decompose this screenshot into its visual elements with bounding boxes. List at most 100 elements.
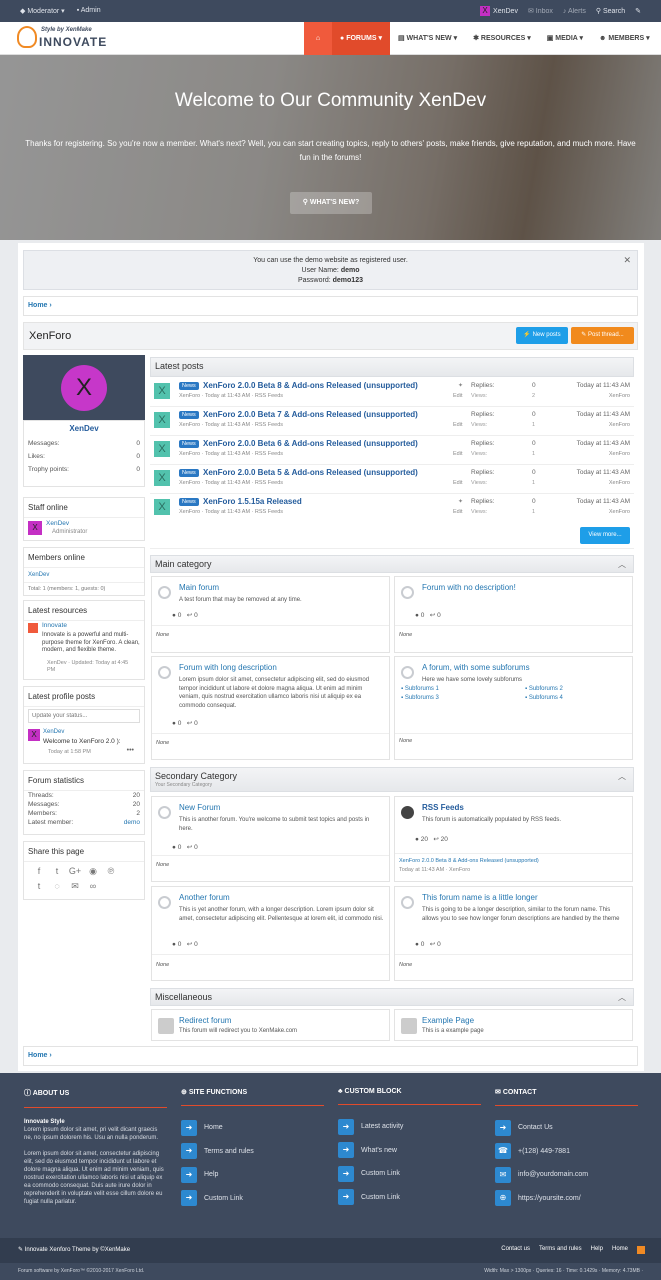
edit-link[interactable]: Edit bbox=[453, 422, 462, 428]
tab-media[interactable]: ▣ MEDIA ▾ bbox=[539, 22, 591, 55]
footer-link[interactable]: ➜ Custom Link bbox=[338, 1162, 481, 1186]
profile-post-author[interactable]: XenDev bbox=[43, 729, 64, 735]
moderator-menu[interactable]: ◆ Moderator ▾ bbox=[20, 7, 65, 15]
latest-member-link[interactable]: demo bbox=[124, 819, 140, 826]
forum-title[interactable]: Main forum bbox=[179, 583, 219, 592]
more-options-icon[interactable]: ••• bbox=[127, 747, 134, 754]
google-plus-icon[interactable]: G+ bbox=[68, 866, 82, 876]
reddit-icon[interactable]: ◉ bbox=[86, 866, 100, 877]
footer-link[interactable]: ➜ Custom Link bbox=[338, 1186, 481, 1210]
collapse-icon[interactable]: ︿ bbox=[618, 559, 626, 570]
profile-name[interactable]: XenDev bbox=[24, 421, 144, 437]
forum-title[interactable]: Another forum bbox=[179, 893, 230, 902]
footer-link[interactable]: ☎ +(128) 449-7881 bbox=[495, 1140, 638, 1164]
last-post-author[interactable]: XenForo bbox=[609, 509, 630, 515]
miscellaneous-header[interactable]: Miscellaneous ︿ bbox=[150, 988, 634, 1006]
inbox-link[interactable]: ✉ Inbox bbox=[528, 7, 553, 15]
xenforo-avatar[interactable]: X bbox=[154, 499, 170, 515]
view-more-button[interactable]: View more... bbox=[580, 527, 630, 544]
post-title[interactable]: XenForo 2.0.0 Beta 6 & Add-ons Released … bbox=[203, 439, 418, 448]
post-title[interactable]: XenForo 2.0.0 Beta 7 & Add-ons Released … bbox=[203, 410, 418, 419]
twitter-icon[interactable]: t bbox=[50, 866, 64, 876]
last-post-author[interactable]: XenForo bbox=[609, 393, 630, 399]
new-posts-button[interactable]: ⚡ New posts bbox=[516, 327, 568, 344]
tab-members[interactable]: ☻ MEMBERS ▾ bbox=[591, 22, 658, 55]
collapse-icon[interactable]: ︿ bbox=[618, 992, 626, 1003]
subforum-link[interactable]: ▪ Subforums 2 bbox=[525, 686, 563, 692]
xenforo-avatar[interactable]: X bbox=[154, 412, 170, 428]
forum-title[interactable]: New Forum bbox=[179, 803, 220, 812]
tab-resources[interactable]: ✱ RESOURCES ▾ bbox=[465, 22, 539, 55]
edit-link[interactable]: Edit bbox=[453, 509, 462, 515]
footer-link[interactable]: ➜ Help bbox=[181, 1163, 324, 1187]
last-post-title[interactable]: XenForo 2.0.0 Beta 8 & Add-ons Released … bbox=[399, 858, 539, 864]
xenforo-avatar[interactable]: X bbox=[154, 470, 170, 486]
footer-link[interactable]: ➜ What's new bbox=[338, 1139, 481, 1163]
footer-link-home[interactable]: Home bbox=[612, 1246, 628, 1254]
staff-avatar[interactable]: X bbox=[28, 521, 42, 535]
pinterest-icon[interactable]: ℗ bbox=[104, 866, 118, 876]
post-title[interactable]: XenForo 2.0.0 Beta 8 & Add-ons Released … bbox=[203, 381, 418, 390]
forum-title[interactable]: This forum name is a little longer bbox=[422, 893, 538, 902]
last-post-author[interactable]: XenForo bbox=[609, 480, 630, 486]
post-avatar[interactable]: X bbox=[28, 729, 40, 741]
post-thread-button[interactable]: ✎ Post thread... bbox=[571, 327, 634, 344]
nav-home-button[interactable]: ⌂ bbox=[304, 22, 332, 55]
edit-link[interactable]: Edit bbox=[453, 393, 462, 399]
forum-title[interactable]: Example Page bbox=[422, 1016, 474, 1025]
last-post-date[interactable]: Today at 11:43 AM bbox=[577, 469, 630, 476]
profile-avatar[interactable]: X bbox=[61, 365, 107, 411]
online-member-link[interactable]: XenDev bbox=[24, 568, 144, 583]
staff-name[interactable]: XenDev bbox=[46, 520, 69, 527]
main-category-header[interactable]: Main category ︿ bbox=[150, 555, 634, 573]
close-icon[interactable]: ✕ bbox=[623, 255, 631, 265]
forum-title[interactable]: Forum with no description! bbox=[422, 583, 516, 592]
forum-title[interactable]: A forum, with some subforums bbox=[422, 663, 530, 672]
post-title[interactable]: XenForo 1.5.15a Released bbox=[203, 497, 302, 506]
footer-link[interactable]: ✉ info@yourdomain.com bbox=[495, 1163, 638, 1187]
email-icon[interactable]: ✉ bbox=[68, 881, 82, 892]
subforum-link[interactable]: ▪ Subforums 3 bbox=[401, 695, 439, 701]
admin-link[interactable]: ▪ Admin bbox=[77, 7, 101, 15]
subforum-link[interactable]: ▪ Subforums 1 bbox=[401, 686, 439, 692]
site-logo[interactable]: Style by XenMake INNOVATE bbox=[17, 25, 107, 51]
xenforo-avatar[interactable]: X bbox=[154, 383, 170, 399]
footer-link[interactable]: ⊕ https://yoursite.com/ bbox=[495, 1187, 638, 1211]
footer-link[interactable]: ➜ Custom Link bbox=[181, 1187, 324, 1211]
breadcrumb-home[interactable]: Home bbox=[28, 302, 47, 309]
tab-forums[interactable]: ● FORUMS ▾ bbox=[332, 22, 390, 55]
account-menu[interactable]: X XenDev bbox=[480, 6, 518, 16]
resource-name[interactable]: Innovate bbox=[42, 622, 67, 629]
secondary-category-header[interactable]: Secondary Category Your Secondary Categor… bbox=[150, 767, 634, 792]
alerts-link[interactable]: ♪ Alerts bbox=[563, 8, 586, 15]
style-chooser-icon[interactable]: ✎ bbox=[635, 7, 641, 15]
whats-new-button[interactable]: ⚲ WHAT'S NEW? bbox=[290, 192, 372, 214]
link-icon[interactable]: ∞ bbox=[86, 881, 100, 891]
footer-link-help[interactable]: Help bbox=[591, 1246, 603, 1254]
rss-icon[interactable] bbox=[637, 1246, 645, 1254]
footer-link[interactable]: ➜ Latest activity bbox=[338, 1115, 481, 1139]
search-link[interactable]: ⚲ Search bbox=[596, 7, 625, 15]
forum-title[interactable]: Redirect forum bbox=[179, 1016, 231, 1025]
last-post-author[interactable]: XenForo bbox=[609, 451, 630, 457]
last-post-date[interactable]: Today at 11:43 AM bbox=[577, 498, 630, 505]
footer-link-terms[interactable]: Terms and rules bbox=[539, 1246, 582, 1254]
xenforo-avatar[interactable]: X bbox=[154, 441, 170, 457]
forum-title[interactable]: RSS Feeds bbox=[422, 803, 464, 812]
forum-title[interactable]: Forum with long description bbox=[179, 663, 277, 672]
footer-link[interactable]: ➜ Contact Us bbox=[495, 1116, 638, 1140]
status-update-input[interactable] bbox=[28, 709, 140, 723]
post-title[interactable]: XenForo 2.0.0 Beta 5 & Add-ons Released … bbox=[203, 468, 418, 477]
whatsapp-icon[interactable]: ◌ bbox=[50, 881, 64, 891]
footer-link[interactable]: ➜ Terms and rules bbox=[181, 1140, 324, 1164]
tab-whats-new[interactable]: ▤ WHAT'S NEW ▾ bbox=[390, 22, 465, 55]
last-post-date[interactable]: Today at 11:43 AM bbox=[577, 382, 630, 389]
subforum-link[interactable]: ▪ Subforums 4 bbox=[525, 695, 563, 701]
last-post-date[interactable]: Today at 11:43 AM bbox=[577, 440, 630, 447]
edit-link[interactable]: Edit bbox=[453, 451, 462, 457]
facebook-icon[interactable]: f bbox=[32, 866, 46, 876]
last-post-date[interactable]: Today at 11:43 AM bbox=[577, 411, 630, 418]
footer-link[interactable]: ➜ Home bbox=[181, 1116, 324, 1140]
tumblr-icon[interactable]: t bbox=[32, 881, 46, 891]
collapse-icon[interactable]: ︿ bbox=[618, 771, 626, 782]
